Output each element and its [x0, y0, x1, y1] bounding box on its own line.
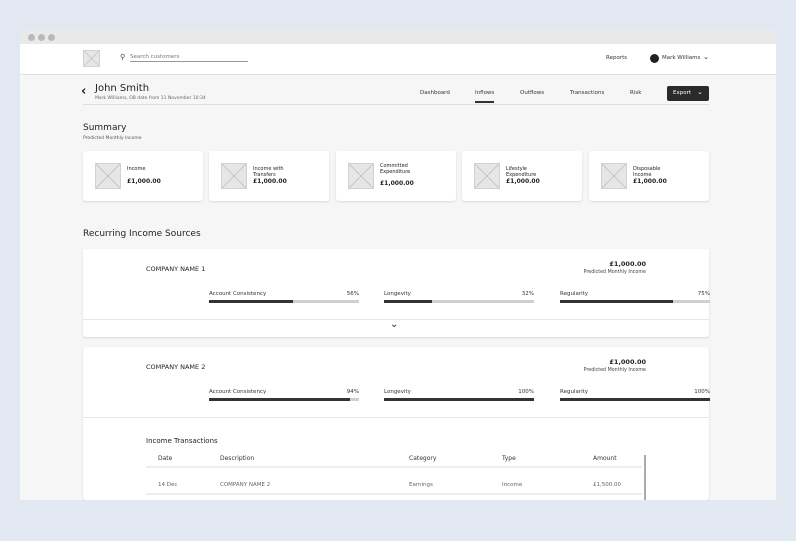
- company-name: COMPANY NAME 1: [146, 265, 206, 273]
- metric-progress-bar: [384, 300, 534, 303]
- metric-label: Account Consistency: [209, 291, 267, 297]
- metric-progress-bar: [209, 398, 359, 401]
- tab-inflows[interactable]: Inflows: [475, 90, 495, 103]
- image-placeholder: [348, 163, 374, 189]
- summary-card: Lifestyle Expenditure £1,000.00: [462, 151, 582, 201]
- transaction-description: COMPANY NAME 2: [220, 482, 271, 488]
- summary-card-label: Disposable Income: [633, 166, 661, 178]
- metric-progress-bar: [560, 398, 710, 401]
- summary-card-label: Income with Transfers: [253, 166, 284, 178]
- predicted-amount-label: Predicted Monthly Income: [583, 368, 646, 373]
- transaction-amount: £1,500.00: [593, 482, 621, 488]
- column-header[interactable]: Type: [502, 455, 516, 462]
- predicted-amount: £1,000.00: [609, 358, 646, 366]
- column-header[interactable]: Category: [409, 455, 436, 462]
- export-label: Export: [673, 90, 692, 96]
- user-menu[interactable]: Mark Williams: [662, 55, 700, 61]
- user-avatar-icon[interactable]: [650, 54, 659, 63]
- summary-card: Committed Expenditure £1,000.00: [336, 151, 456, 201]
- summary-card: Disposable Income £1,000.00: [589, 151, 709, 201]
- income-source-card: COMPANY NAME 2 £1,000.00 Predicted Month…: [83, 347, 710, 500]
- title-bar: [20, 30, 776, 44]
- recurring-title: Recurring Income Sources: [83, 229, 201, 239]
- window-dot[interactable]: [28, 34, 35, 41]
- customer-subtitle: Mark Williams, OB date from 11 November …: [95, 96, 206, 101]
- column-header[interactable]: Amount: [593, 455, 617, 462]
- metric-progress-bar: [560, 300, 710, 303]
- metric-label: Longevity: [384, 291, 411, 297]
- search-input[interactable]: Search customers: [130, 54, 248, 62]
- column-header[interactable]: Description: [220, 455, 254, 462]
- tab-dashboard[interactable]: Dashboard: [420, 90, 450, 96]
- export-button[interactable]: Export ⌄: [667, 86, 709, 101]
- expand-chevron-icon[interactable]: ⌄: [390, 319, 398, 330]
- customer-name: John Smith: [95, 83, 150, 94]
- image-placeholder: [221, 163, 247, 189]
- metric-label: Regularity: [560, 389, 589, 395]
- divider: [83, 417, 709, 418]
- metric-value: 100%: [518, 389, 534, 395]
- logo-placeholder: [83, 50, 100, 67]
- predicted-amount: £1,000.00: [609, 260, 646, 268]
- income-source-card: COMPANY NAME 1 £1,000.00 Predicted Month…: [83, 249, 710, 337]
- scrollbar[interactable]: [644, 455, 646, 500]
- transaction-date: 14 Dec: [158, 482, 178, 488]
- metric-value: 56%: [346, 291, 359, 297]
- metric-label: Account Consistency: [209, 389, 267, 395]
- top-header: ⚲ Search customers Reports Mark Williams…: [20, 44, 776, 75]
- metric-value: 75%: [697, 291, 710, 297]
- chevron-down-icon[interactable]: ⌄: [703, 53, 709, 61]
- transaction-type: Income: [502, 482, 523, 488]
- summary-card-value: £1,000.00: [506, 178, 540, 185]
- transaction-category: Earnings: [409, 482, 433, 488]
- summary-card-value: £1,000.00: [633, 178, 667, 185]
- summary-card: Income £1,000.00: [83, 151, 203, 201]
- transactions-title: Income Transactions: [146, 437, 218, 445]
- summary-card-label: Lifestyle Expenditure: [506, 166, 537, 178]
- summary-title: Summary: [83, 123, 127, 133]
- company-name: COMPANY NAME 2: [146, 363, 206, 371]
- metric-label: Regularity: [560, 291, 589, 297]
- tab-transactions[interactable]: Transactions: [570, 90, 604, 96]
- tab-outflows[interactable]: Outflows: [520, 90, 544, 96]
- metric-value: 100%: [694, 389, 710, 395]
- metric-value: 94%: [346, 389, 359, 395]
- metric-progress-bar: [384, 398, 534, 401]
- divider: [83, 104, 709, 105]
- tab-risk[interactable]: Risk: [630, 90, 641, 96]
- summary-card-value: £1,000.00: [127, 178, 161, 185]
- metric-progress-bar: [209, 300, 359, 303]
- reports-link[interactable]: Reports: [606, 55, 627, 61]
- summary-card-label: Committed Expenditure: [380, 163, 411, 175]
- summary-subtitle: Predicted Monthly Income: [83, 136, 142, 141]
- window-dot[interactable]: [48, 34, 55, 41]
- summary-card-label: Income: [127, 166, 146, 172]
- divider: [146, 493, 642, 495]
- metric-label: Longevity: [384, 389, 411, 395]
- divider: [146, 466, 642, 468]
- search-icon: ⚲: [120, 53, 126, 61]
- summary-card-value: £1,000.00: [380, 180, 414, 187]
- predicted-amount-label: Predicted Monthly Income: [583, 270, 646, 275]
- summary-card-value: £1,000.00: [253, 178, 287, 185]
- column-header[interactable]: Date: [158, 455, 172, 462]
- metric-value: 32%: [521, 291, 534, 297]
- image-placeholder: [95, 163, 121, 189]
- chevron-down-icon: ⌄: [697, 88, 703, 96]
- back-icon[interactable]: ‹: [81, 84, 86, 99]
- browser-window: ⚲ Search customers Reports Mark Williams…: [20, 30, 776, 500]
- image-placeholder: [474, 163, 500, 189]
- window-dot[interactable]: [38, 34, 45, 41]
- image-placeholder: [601, 163, 627, 189]
- summary-card: Income with Transfers £1,000.00: [209, 151, 329, 201]
